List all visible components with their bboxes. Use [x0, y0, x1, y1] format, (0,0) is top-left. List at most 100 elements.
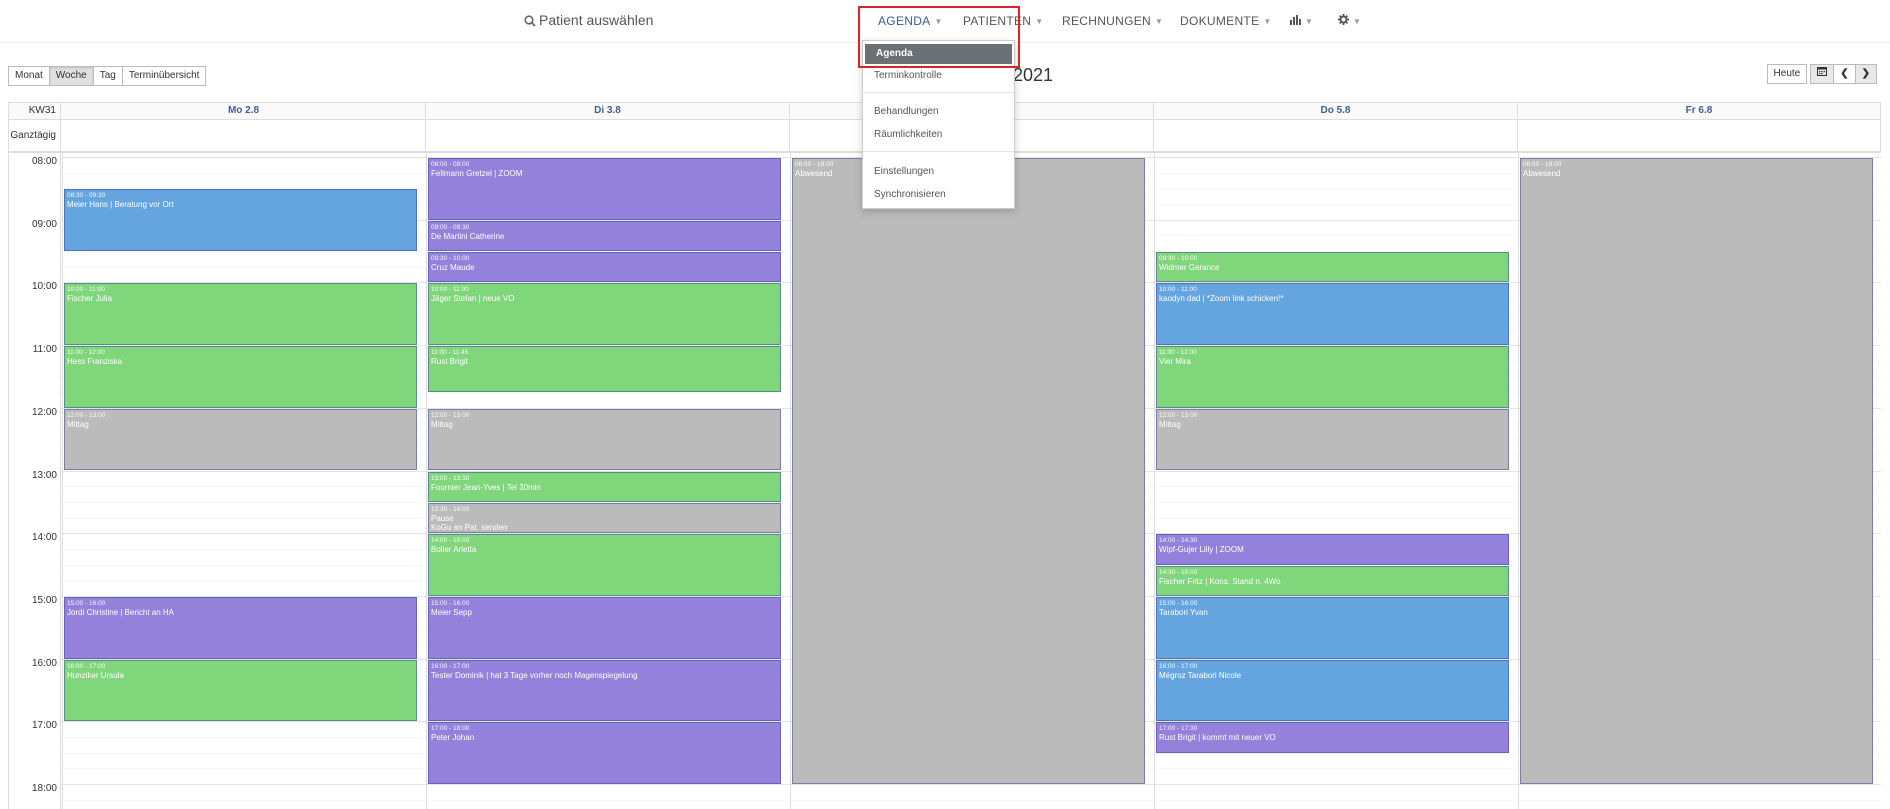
event-title: Mittag [431, 419, 453, 429]
event-title: Fischer Julia [67, 294, 112, 304]
view-day-button[interactable]: Tag [92, 66, 123, 86]
event-title: Tarabori Yvan [1159, 607, 1208, 617]
day-column-divider [426, 153, 427, 809]
calendar-event[interactable]: 13:30 - 14:00 Pause KoGu an Pat. senden [428, 502, 781, 534]
day-column-divider [62, 153, 63, 809]
nav-dokumente[interactable]: DOKUMENTE ▼ [1180, 14, 1272, 28]
calendar-event[interactable]: 08:00 - 18:00 Abwesend [792, 158, 1145, 784]
calendar-event[interactable]: 08:00 - 18:00 Abwesend [1520, 158, 1873, 784]
hour-label: 17:00 [31, 720, 57, 732]
day-header-tue[interactable]: Di 3.8 [426, 103, 790, 119]
event-time: 09:00 - 09:30 [431, 223, 470, 231]
event-title: Tester Dominik | hat 3 Tage vorher noch … [431, 670, 638, 680]
calendar-event[interactable]: 11:00 - 12:00 Vier Mira [1156, 346, 1509, 408]
calendar-event[interactable]: 09:00 - 09:30 De Martini Catherine [428, 220, 781, 252]
menu-item-synchronisieren[interactable]: Synchronisieren [863, 185, 1014, 205]
patient-search[interactable]: Patient auswählen [524, 12, 653, 28]
next-week-button[interactable]: ❯ [1854, 64, 1877, 84]
day-header-fri[interactable]: Fr 6.8 [1518, 103, 1881, 119]
chevron-left-icon: ❮ [1840, 68, 1849, 79]
event-title: Mégroz Tarabori Nicole [1159, 670, 1242, 680]
calendar-event[interactable]: 15:00 - 16:00 Jordi Christine | Bericht a… [64, 596, 417, 659]
calendar-event[interactable]: 11:00 - 12:00 Hess Franziska [64, 346, 417, 408]
calendar-event[interactable]: 13:00 - 13:30 Fournier Jean-Yves | Tel 30… [428, 471, 781, 502]
calendar-event[interactable]: 12:00 - 13:00 Mittag [1156, 408, 1509, 471]
calendar-event[interactable]: 15:00 - 16:00 Meier Sepp [428, 596, 781, 659]
calendar-event[interactable]: 12:00 - 13:00 Mittag [64, 408, 417, 471]
calendar-event[interactable]: 08:00 - 09:00 Fellmann Gretzel | ZOOM [428, 158, 781, 220]
all-day-cell[interactable] [1154, 120, 1518, 151]
nav-patienten-label: PATIENTEN [963, 14, 1032, 28]
calendar-event[interactable]: 16:00 - 17:00 Tester Dominik | hat 3 Tage… [428, 659, 781, 722]
event-time: 13:30 - 14:00 [431, 505, 470, 513]
event-title: Boller Arletta [431, 545, 477, 555]
time-grid[interactable]: 08:00 09:00 10:00 11:00 12:00 13:00 14:00 15:00… [9, 153, 1881, 809]
view-week-button[interactable]: Woche [48, 66, 94, 86]
menu-item-einstellungen[interactable]: Einstellungen [863, 162, 1014, 182]
hour-label: 15:00 [31, 594, 57, 606]
event-time: 09:30 - 10:00 [1159, 255, 1198, 263]
calendar-event[interactable]: 10:00 - 11:00 Jäger Stefan | neue VO [428, 283, 781, 346]
calendar-event[interactable]: 17:00 - 18:00 Peter Johan [428, 722, 781, 784]
nav-settings[interactable]: ▼ [1338, 14, 1361, 28]
menu-item-terminkontrolle[interactable]: Terminkontrolle [863, 66, 1014, 86]
nav-rechnungen-label: RECHNUNGEN [1062, 14, 1152, 28]
today-button[interactable]: Heute [1766, 64, 1808, 84]
hour-label: 18:00 [31, 783, 57, 794]
hour-label: 16:00 [31, 657, 57, 669]
all-day-cell[interactable] [426, 120, 790, 151]
calendar-event[interactable]: 11:00 - 11:45 Rust Brigit [428, 346, 781, 393]
calendar-event[interactable]: 15:00 - 16:00 Tarabori Yvan [1156, 596, 1509, 659]
prev-week-button[interactable]: ❮ [1833, 64, 1856, 84]
event-title: Hunziker Ursula [67, 670, 124, 680]
calendar-event[interactable]: 10:00 - 11:00 kaodyn dad | *Zoom link sch… [1156, 283, 1509, 346]
calendar-event[interactable]: 16:00 - 17:00 Hunziker Ursula [64, 659, 417, 722]
event-title: Meier Sepp [431, 607, 472, 617]
event-time: 14:30 - 15:00 [1159, 568, 1198, 576]
menu-divider [863, 92, 1014, 93]
menu-item-agenda[interactable]: Agenda [865, 44, 1012, 64]
date-picker-button[interactable] [1810, 64, 1835, 84]
calendar-event[interactable]: 14:00 - 14:30 Wipf-Gujer Lilly | ZOOM [1156, 534, 1509, 565]
event-time: 17:00 - 18:00 [431, 725, 470, 733]
calendar-event[interactable]: 12:00 - 13:00 Mittag [428, 408, 781, 471]
menu-item-raeumlichkeiten[interactable]: Räumlichkeiten [863, 125, 1014, 145]
calendar-event[interactable]: 10:00 - 11:00 Fischer Julia [64, 283, 417, 346]
event-time: 14:00 - 15:00 [431, 537, 470, 545]
event-time: 08:00 - 09:00 [431, 161, 470, 168]
calendar-event[interactable]: 14:30 - 15:00 Fischer Fritz | Kons: Stand… [1156, 565, 1509, 596]
calendar-event[interactable]: 08:30 - 09:30 Meier Hans | Beratung vor O… [64, 189, 417, 252]
patient-search-label: Patient auswählen [539, 12, 654, 28]
event-title: Fischer Fritz | Kons: Stand n. 4Wo [1159, 576, 1281, 586]
view-switcher: Monat Woche Tag Terminübersicht [8, 66, 207, 86]
quarter-gridline [61, 799, 1881, 801]
event-note: KoGu an Pat. senden [431, 522, 508, 532]
calendar-event[interactable]: 17:00 - 17:30 Rust Brigit | kommt mit neu… [1156, 722, 1509, 753]
day-header-mon[interactable]: Mo 2.8 [62, 103, 426, 119]
day-column-divider [790, 153, 791, 809]
view-month-button[interactable]: Monat [8, 66, 50, 86]
calendar-event[interactable]: 09:30 - 10:00 Cruz Maude [428, 252, 781, 283]
nav-patienten[interactable]: PATIENTEN ▼ [963, 14, 1043, 28]
nav-rechnungen[interactable]: RECHNUNGEN ▼ [1062, 14, 1163, 28]
nav-statistics[interactable]: ▼ [1290, 14, 1313, 28]
calendar-event[interactable]: 14:00 - 15:00 Boller Arletta [428, 534, 781, 596]
hour-label: 11:00 [32, 344, 57, 356]
all-day-cell[interactable] [1518, 120, 1881, 151]
day-header-thu[interactable]: Do 5.8 [1154, 103, 1518, 119]
calendar-event[interactable]: 16:00 - 17:00 Mégroz Tarabori Nicole [1156, 659, 1509, 722]
calendar-event[interactable]: 09:30 - 10:00 Widmer Garance [1156, 252, 1509, 283]
all-day-cell[interactable] [62, 120, 426, 151]
view-overview-button[interactable]: Terminübersicht [121, 66, 207, 86]
event-title: Widmer Garance [1159, 263, 1220, 273]
event-title: Jordi Christine | Bericht an HA [67, 607, 175, 617]
nav-agenda[interactable]: AGENDA ▼ [878, 14, 943, 28]
menu-item-behandlungen[interactable]: Behandlungen [863, 102, 1014, 122]
event-title: Pause [431, 513, 454, 523]
caret-down-icon: ▼ [1305, 17, 1314, 26]
caret-down-icon: ▼ [934, 17, 943, 26]
event-time: 10:00 - 11:00 [1159, 286, 1197, 294]
event-title: Meier Hans | Beratung vor Ort [67, 200, 174, 210]
hour-label: 12:00 [31, 406, 57, 418]
search-icon [524, 15, 536, 27]
